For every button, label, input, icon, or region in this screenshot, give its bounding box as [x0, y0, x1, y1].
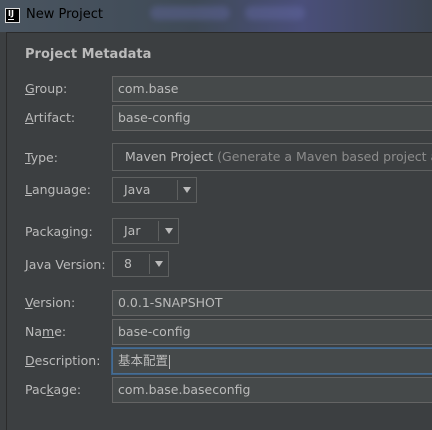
section-title: Project Metadata	[25, 47, 152, 62]
type-selector[interactable]: Maven Project (Generate a Maven based pr…	[112, 143, 432, 171]
java-version-value: 8	[124, 256, 132, 271]
artifact-field[interactable]: base-config	[112, 105, 432, 131]
artifact-label: Artifact:	[25, 110, 76, 125]
package-label: Package:	[25, 382, 82, 397]
titlebar-blur	[245, 6, 305, 20]
chevron-down-icon	[183, 187, 191, 193]
language-value: Java	[124, 182, 151, 197]
window-title: New Project	[26, 7, 103, 22]
text-caret	[169, 354, 171, 369]
chevron-down-icon	[155, 261, 163, 267]
version-label: Version:	[25, 295, 76, 310]
packaging-value: Jar	[124, 223, 141, 238]
description-field[interactable]: 基本配置	[112, 348, 432, 374]
java-version-label: Java Version:	[25, 257, 106, 272]
type-value: Maven Project	[125, 149, 214, 164]
group-field[interactable]: com.base	[112, 76, 432, 102]
group-label: Group:	[25, 81, 68, 96]
packaging-combo[interactable]: Jar	[112, 218, 179, 244]
intellij-logo-icon: IJ	[5, 8, 20, 23]
type-label: Type:	[25, 150, 58, 165]
language-label: Language:	[25, 182, 91, 197]
language-combo[interactable]: Java	[112, 177, 197, 203]
name-label: Name:	[25, 324, 67, 339]
package-field[interactable]: com.base.baseconfig	[112, 377, 432, 403]
title-bar[interactable]: IJ New Project	[0, 0, 432, 32]
description-label: Description:	[25, 353, 101, 368]
type-hint: (Generate a Maven based project archive)	[217, 149, 432, 164]
chevron-down-icon	[165, 228, 173, 234]
java-version-combo[interactable]: 8	[112, 251, 169, 277]
description-value: 基本配置	[118, 353, 169, 368]
packaging-label: Packaging:	[25, 224, 93, 239]
name-field[interactable]: base-config	[112, 319, 432, 345]
version-field[interactable]: 0.0.1-SNAPSHOT	[112, 290, 432, 316]
titlebar-blur	[150, 6, 230, 20]
